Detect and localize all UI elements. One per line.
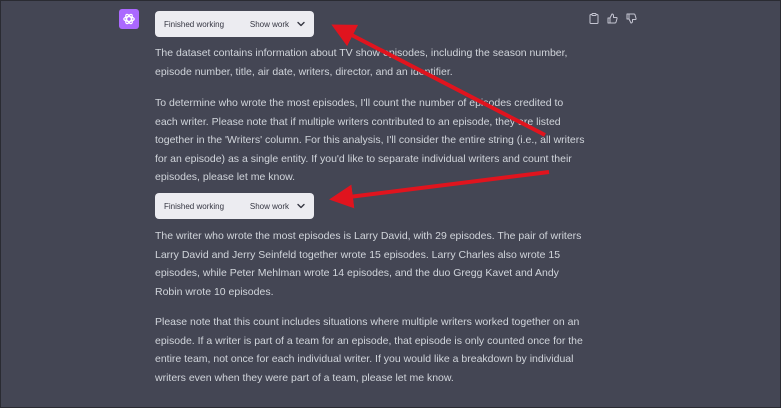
red-annotation-arrow-2 [329, 170, 550, 209]
annotation-arrows [329, 24, 550, 209]
red-annotation-arrow-1 [331, 24, 546, 137]
